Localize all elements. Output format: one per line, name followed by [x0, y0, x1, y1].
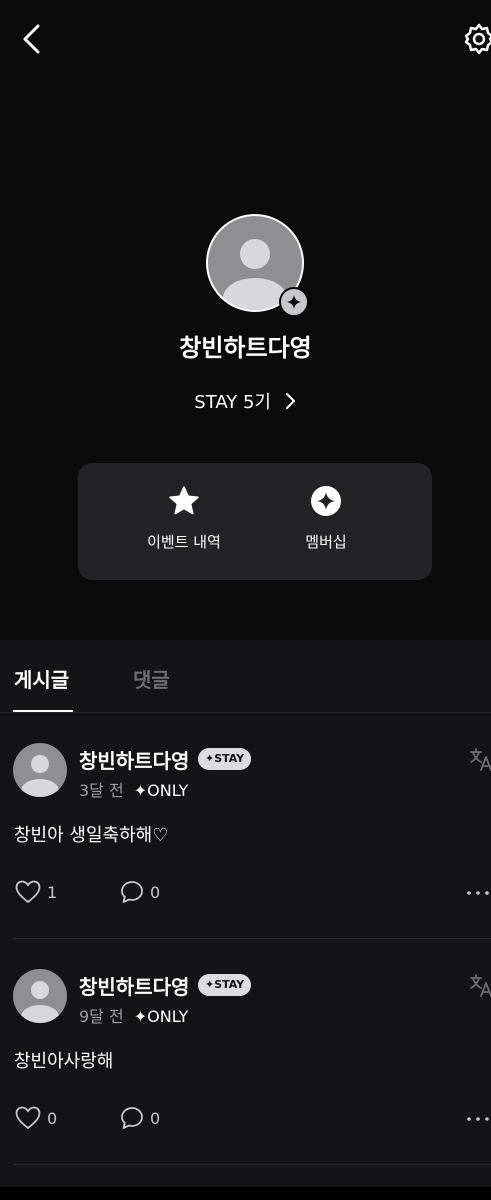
tab-posts[interactable]: 게시글: [14, 664, 69, 693]
tab-comments[interactable]: 댓글: [133, 664, 170, 693]
post-meta: 9달 전 ✦ONLY: [79, 1003, 188, 1027]
post-time: 3달 전: [79, 781, 124, 800]
membership-label: 멤버십: [305, 533, 347, 551]
post-author-name[interactable]: 창빈하트다영: [79, 971, 189, 1000]
heart-icon: [15, 1106, 41, 1130]
post-item[interactable]: 창빈하트다영 ✦STAY 9달 전 ✦ONLY 창빈아사랑해 0 0: [0, 939, 491, 1165]
profile-name: 창빈하트다영: [179, 334, 312, 362]
more-options-button[interactable]: [466, 883, 491, 903]
heart-icon: [15, 880, 41, 904]
comment-count: 0: [150, 882, 161, 902]
post-author-name[interactable]: 창빈하트다영: [79, 745, 189, 774]
profile-header-section: 창빈하트다영 STAY 5기 이벤트 내역 멤버십: [0, 0, 491, 640]
stay-badge: ✦STAY: [198, 748, 252, 770]
post-time: 9달 전: [79, 1007, 124, 1026]
back-button[interactable]: [16, 22, 48, 56]
star-icon: [169, 486, 199, 515]
post-author-avatar[interactable]: [13, 743, 67, 797]
post-text: 창빈아사랑해: [14, 1051, 114, 1072]
default-user-icon: [21, 981, 59, 1023]
membership-button[interactable]: 멤버십: [256, 485, 396, 552]
event-history-label: 이벤트 내역: [147, 533, 221, 551]
translate-button[interactable]: [469, 973, 491, 997]
stay-badge: ✦STAY: [198, 974, 252, 996]
avatar-badge: [279, 287, 309, 317]
translate-icon: [470, 748, 491, 771]
comment-button[interactable]: 0: [120, 879, 160, 905]
membership-link[interactable]: STAY 5기: [0, 388, 491, 414]
gear-icon: [464, 23, 491, 55]
event-history-button[interactable]: 이벤트 내역: [114, 485, 254, 552]
translate-button[interactable]: [469, 747, 491, 771]
post-meta: 3달 전 ✦ONLY: [79, 777, 188, 801]
more-options-button[interactable]: [466, 1109, 491, 1129]
action-card: 이벤트 내역 멤버십: [78, 463, 432, 580]
membership-link-label: STAY 5기: [194, 392, 271, 413]
default-user-icon: [21, 755, 59, 797]
like-button[interactable]: 1: [15, 879, 57, 905]
bottom-edge: [0, 1187, 491, 1200]
sparkle-circle-icon: [311, 486, 341, 516]
settings-button[interactable]: [462, 22, 491, 56]
comment-button[interactable]: 0: [120, 1105, 160, 1131]
translate-icon: [470, 974, 491, 997]
like-count: 1: [47, 882, 58, 902]
post-divider: [13, 1164, 491, 1165]
comment-bubble-icon: [121, 881, 143, 903]
post-author-avatar[interactable]: [13, 969, 67, 1023]
profile-avatar[interactable]: [206, 214, 309, 317]
like-count: 0: [47, 1108, 58, 1128]
more-dots-icon: [467, 1117, 489, 1121]
comment-bubble-icon: [121, 1107, 143, 1129]
post-text: 창빈아 생일축하해♡: [14, 825, 169, 846]
chevron-right-icon: [285, 393, 295, 409]
active-tab-indicator: [13, 710, 73, 712]
chevron-left-icon: [23, 24, 40, 54]
like-button[interactable]: 0: [15, 1105, 57, 1131]
content-tabs: 게시글 댓글: [0, 640, 491, 713]
sparkle-icon: [287, 295, 301, 309]
post-visibility: ✦ONLY: [133, 781, 189, 800]
comment-count: 0: [150, 1108, 161, 1128]
post-visibility: ✦ONLY: [133, 1007, 189, 1026]
post-item[interactable]: 창빈하트다영 ✦STAY 3달 전 ✦ONLY 창빈아 생일축하해♡ 1 0: [0, 713, 491, 939]
more-dots-icon: [467, 891, 489, 895]
